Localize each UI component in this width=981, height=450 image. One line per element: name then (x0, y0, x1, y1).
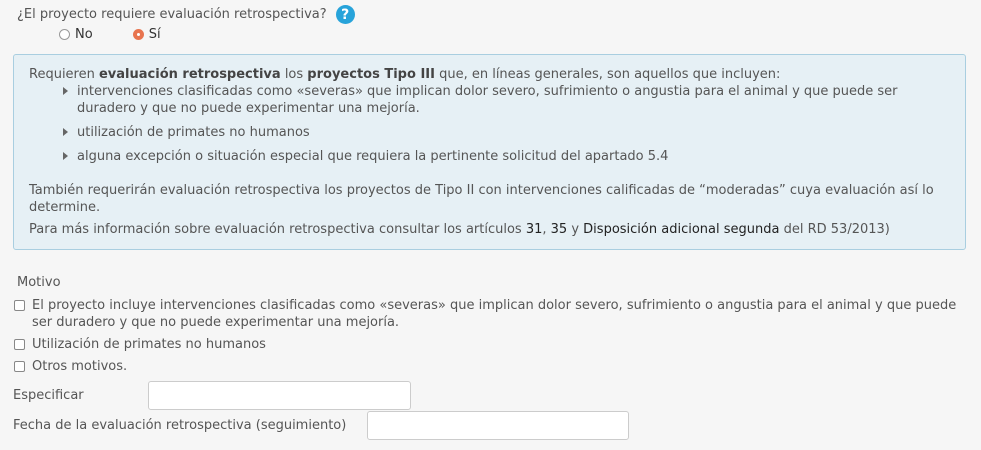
info-list-item: alguna excepción o situación especial qu… (63, 148, 951, 165)
question-label: ¿El proyecto requiere evaluación retrosp… (17, 7, 327, 22)
motivo-check-primates[interactable]: Utilización de primates no humanos (14, 336, 969, 353)
radio-si-label: Sí (148, 27, 161, 42)
info-text: Requieren (29, 67, 99, 82)
radio-option-no[interactable]: No (59, 27, 93, 42)
info-references: Para más información sobre evaluación re… (29, 221, 951, 238)
radio-si[interactable] (132, 29, 144, 40)
info-list: intervenciones clasificadas como «severa… (29, 83, 951, 165)
especificar-label: Especificar (13, 388, 84, 403)
motivo-check-severas[interactable]: El proyecto incluye intervenciones clasi… (14, 297, 969, 331)
info-box: Requieren evaluación retrospectiva los p… (13, 54, 966, 250)
fecha-row: Fecha de la evaluación retrospectiva (se… (13, 411, 629, 440)
radio-group: No Sí (59, 27, 161, 42)
info-text: y (567, 222, 584, 237)
motivo-title: Motivo (17, 275, 61, 290)
info-text: del RD 53/2013) (779, 222, 890, 237)
checkbox-severas[interactable] (14, 300, 25, 311)
checkbox-otros[interactable] (14, 361, 25, 372)
fecha-input[interactable] (367, 411, 629, 440)
help-icon[interactable]: ? (335, 5, 355, 24)
link-articulo-31[interactable]: 31 (526, 222, 543, 237)
especificar-input[interactable] (148, 381, 411, 410)
motivo-check-otros[interactable]: Otros motivos. (14, 358, 969, 375)
info-text: , (542, 222, 551, 237)
info-list-item: intervenciones clasificadas como «severa… (63, 83, 951, 117)
link-articulo-35[interactable]: 35 (551, 222, 568, 237)
info-bold-tipo-iii: proyectos Tipo III (307, 67, 435, 82)
radio-no-label: No (75, 27, 93, 42)
info-list-item: utilización de primates no humanos (63, 124, 951, 141)
checkbox-otros-label: Otros motivos. (32, 359, 128, 374)
especificar-row: Especificar (13, 381, 411, 410)
radio-no[interactable] (59, 29, 70, 40)
retrospective-question: ¿El proyecto requiere evaluación retrosp… (17, 5, 355, 24)
link-disposicion-adicional[interactable]: Disposición adicional segunda (583, 222, 779, 237)
info-text: que, en líneas generales, son aquellos q… (434, 67, 781, 82)
fecha-label: Fecha de la evaluación retrospectiva (se… (13, 418, 347, 433)
info-text: Para más información sobre evaluación re… (29, 222, 526, 237)
checkbox-severas-label: El proyecto incluye intervenciones clasi… (32, 298, 957, 330)
radio-option-si[interactable]: Sí (132, 27, 161, 42)
checkbox-primates[interactable] (14, 339, 25, 350)
info-tipo-ii-note: También requerirán evaluación retrospect… (29, 183, 934, 215)
checkbox-primates-label: Utilización de primates no humanos (32, 337, 266, 352)
info-text: los (280, 67, 308, 82)
info-bold-evaluacion: evaluación retrospectiva (98, 67, 281, 82)
info-intro: Requieren evaluación retrospectiva los p… (29, 66, 951, 83)
